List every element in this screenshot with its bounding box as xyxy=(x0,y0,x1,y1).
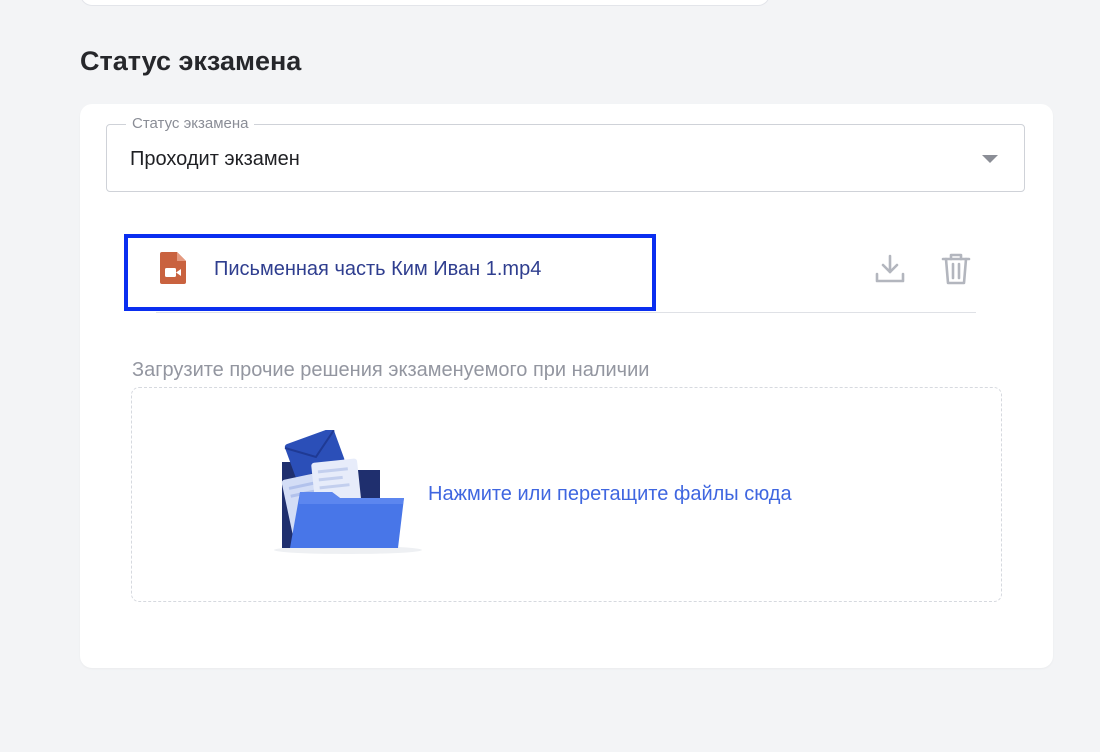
exam-status-select-label: Статус экзамена xyxy=(126,115,255,133)
upload-label: Загрузите прочие решения экзаменуемого п… xyxy=(132,359,650,381)
trash-icon[interactable] xyxy=(938,250,974,288)
exam-status-select-value: Проходит экзамен xyxy=(130,148,300,170)
folder-illustration xyxy=(270,428,426,558)
section-title: Статус экзамена xyxy=(80,46,302,76)
page: Статус экзамена Статус экзамена Проходит… xyxy=(0,0,1100,752)
exam-status-select[interactable]: Статус экзамена Проходит экзамен xyxy=(106,115,1025,192)
previous-card xyxy=(80,0,770,6)
file-name-link[interactable]: Письменная часть Ким Иван 1.mp4 xyxy=(214,257,541,281)
file-row: Письменная часть Ким Иван 1.mp4 xyxy=(124,232,976,313)
exam-status-card: Статус экзамена Проходит экзамен Письмен… xyxy=(80,104,1053,668)
file-dropzone[interactable]: Нажмите или перетащите файлы сюда xyxy=(131,387,1002,602)
video-file-icon xyxy=(160,252,186,284)
dropzone-text: Нажмите или перетащите файлы сюда xyxy=(428,483,792,505)
download-icon[interactable] xyxy=(872,250,908,288)
chevron-down-icon[interactable] xyxy=(982,155,998,163)
